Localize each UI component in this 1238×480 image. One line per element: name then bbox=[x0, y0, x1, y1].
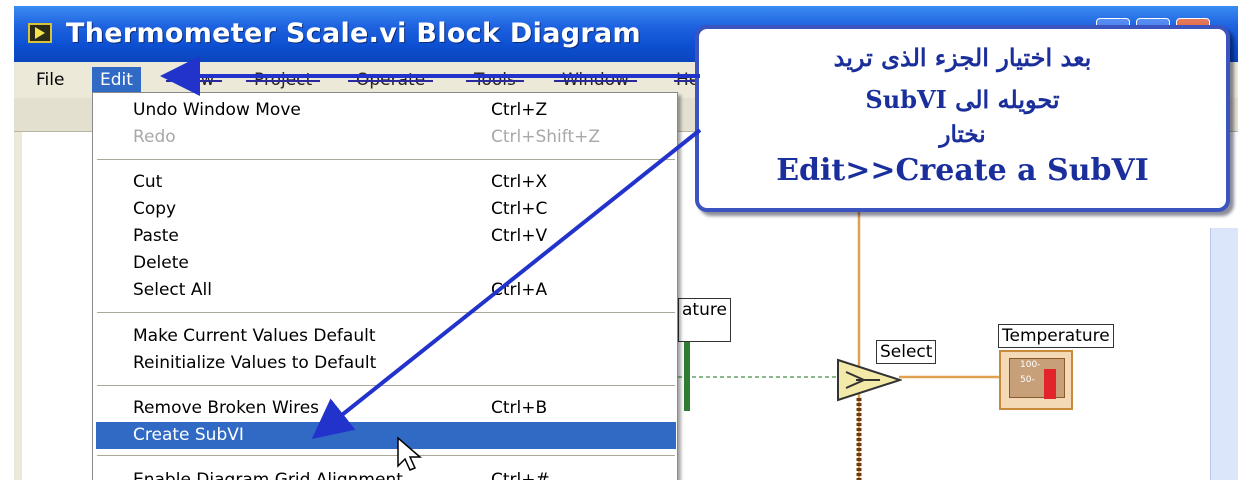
mouse-cursor-icon bbox=[397, 436, 423, 471]
arrow-to-create-subvi bbox=[311, 128, 702, 439]
annotation-overlay bbox=[160, 56, 702, 471]
